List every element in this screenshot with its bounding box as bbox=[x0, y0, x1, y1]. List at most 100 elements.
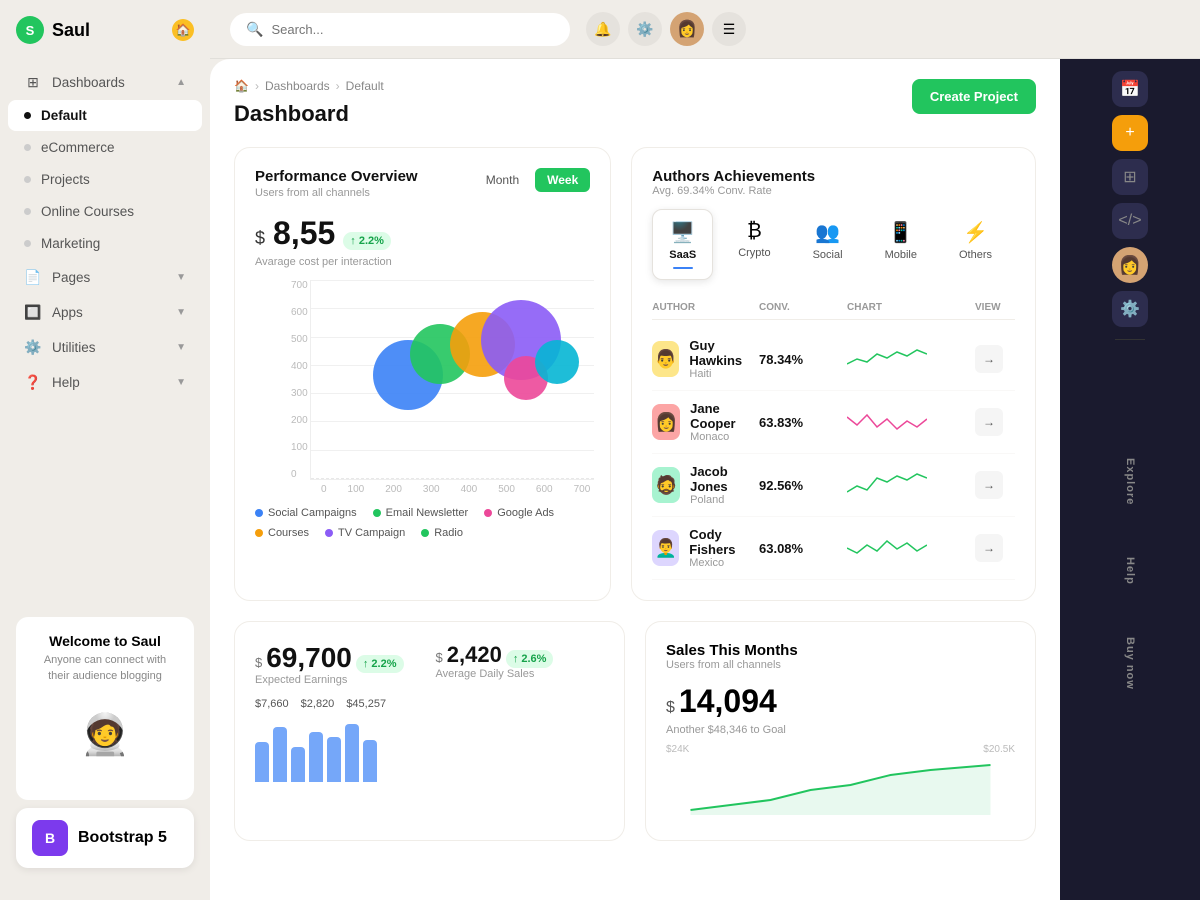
author-avatar-cody: 👨‍🦱 bbox=[652, 530, 679, 566]
user-avatar-panel[interactable]: 👩 bbox=[1112, 247, 1148, 283]
chevron-icon: ▲ bbox=[176, 77, 186, 88]
sidebar-item-label: Online Courses bbox=[41, 204, 134, 219]
sidebar: S Saul 🏠 ⊞ Dashboards ▲ Default eCommerc… bbox=[0, 0, 210, 900]
sidebar-item-label: Marketing bbox=[41, 236, 100, 251]
sidebar-item-utilities[interactable]: ⚙️ Utilities ▼ bbox=[8, 330, 202, 364]
x-label: 0 bbox=[321, 484, 327, 495]
calendar-icon[interactable]: 📅 bbox=[1112, 71, 1148, 107]
legend-dot-email bbox=[373, 509, 381, 517]
bar bbox=[291, 747, 305, 782]
bar bbox=[327, 737, 341, 782]
mini-chart bbox=[847, 344, 967, 374]
tab-week[interactable]: Week bbox=[535, 168, 590, 192]
view-button[interactable]: → bbox=[975, 471, 1003, 499]
header-right: 🔔 ⚙️ 👩 ☰ bbox=[586, 12, 746, 46]
cat-tab-saas[interactable]: 🖥️ SaaS bbox=[652, 209, 713, 280]
sidebar-item-dashboards[interactable]: ⊞ Dashboards ▲ bbox=[8, 65, 202, 99]
add-icon[interactable]: + bbox=[1112, 115, 1148, 151]
nav-dot-marketing bbox=[24, 240, 31, 247]
nav-dot-ecommerce bbox=[24, 144, 31, 151]
sidebar-item-help[interactable]: ❓ Help ▼ bbox=[8, 365, 202, 399]
y-label: 0 bbox=[291, 469, 308, 480]
view-button[interactable]: → bbox=[975, 345, 1003, 373]
daily-value: 2,420 bbox=[447, 642, 502, 668]
author-name: Cody Fishers bbox=[689, 527, 751, 557]
earnings-rows: $7,660 $2,820 $45,257 bbox=[255, 698, 604, 710]
settings-icon[interactable]: ⚙️ bbox=[628, 12, 662, 46]
bar-chart bbox=[255, 722, 604, 782]
content-area: 🏠 › Dashboards › Default Dashboard Creat… bbox=[210, 59, 1200, 900]
sidebar-item-pages[interactable]: 📄 Pages ▼ bbox=[8, 260, 202, 294]
legend-label: Courses bbox=[268, 527, 309, 539]
axis-label: $24K bbox=[666, 744, 689, 755]
sidebar-logo: S Saul bbox=[16, 16, 90, 44]
price-label: Avarage cost per interaction bbox=[255, 256, 590, 268]
authors-table: AUTHOR CONV. CHART VIEW 👨 Guy Hawkins bbox=[652, 296, 1015, 580]
nav-dot-default bbox=[24, 112, 31, 119]
breadcrumb-home[interactable]: 🏠 bbox=[234, 79, 249, 93]
sidebar-item-label: Help bbox=[52, 375, 80, 390]
buy-now-label[interactable]: Buy now bbox=[1120, 631, 1140, 696]
right-panel: 📅 + ⊞ </> 👩 ⚙️ Explore Help Buy now bbox=[1060, 59, 1200, 900]
nav-dot-online-courses bbox=[24, 208, 31, 215]
authors-subtitle: Avg. 69.34% Conv. Rate bbox=[652, 185, 1015, 197]
sales-card: Sales This Months Users from all channel… bbox=[645, 621, 1036, 841]
sidebar-item-marketing[interactable]: Marketing bbox=[8, 228, 202, 259]
active-tab-indicator bbox=[673, 267, 693, 269]
sidebar-collapse-button[interactable]: 🏠 bbox=[172, 19, 194, 41]
code-icon[interactable]: </> bbox=[1112, 203, 1148, 239]
authors-title: Authors Achievements bbox=[652, 168, 1015, 185]
nav-dot-projects bbox=[24, 176, 31, 183]
view-button[interactable]: → bbox=[975, 408, 1003, 436]
bubble-chart bbox=[310, 280, 595, 480]
menu-icon[interactable]: ☰ bbox=[712, 12, 746, 46]
breadcrumb-default[interactable]: Default bbox=[346, 79, 384, 93]
sidebar-item-ecommerce[interactable]: eCommerce bbox=[8, 132, 202, 163]
sidebar-item-label: eCommerce bbox=[41, 140, 115, 155]
search-input[interactable] bbox=[271, 22, 554, 37]
chart-legend: Social Campaigns Email Newsletter Google… bbox=[255, 507, 590, 539]
table-row: 👨‍🦱 Cody Fishers Mexico 63.08% → bbox=[652, 517, 1015, 580]
social-icon: 👥 bbox=[815, 220, 840, 245]
bootstrap-icon: B bbox=[32, 820, 68, 856]
search-bar[interactable]: 🔍 bbox=[230, 13, 570, 46]
earnings-badge: ↑ 2.2% bbox=[356, 655, 404, 673]
side-labels: Explore Help Buy now bbox=[1120, 352, 1140, 696]
sidebar-item-default[interactable]: Default bbox=[8, 100, 202, 131]
breadcrumb-dashboards[interactable]: Dashboards bbox=[265, 79, 330, 93]
avatar[interactable]: 👩 bbox=[670, 12, 704, 46]
settings-panel-icon[interactable]: ⚙️ bbox=[1112, 291, 1148, 327]
sidebar-footer: Welcome to Saul Anyone can connect with … bbox=[0, 601, 210, 884]
help-icon: ❓ bbox=[24, 373, 42, 391]
mini-chart bbox=[847, 407, 967, 437]
notification-icon[interactable]: 🔔 bbox=[586, 12, 620, 46]
cat-label-crypto: Crypto bbox=[738, 247, 770, 259]
author-name: Jane Cooper bbox=[690, 401, 751, 431]
cat-tab-others[interactable]: ⚡ Others bbox=[942, 209, 1009, 280]
cat-tab-crypto[interactable]: ₿ Crypto bbox=[721, 209, 787, 280]
sidebar-item-projects[interactable]: Projects bbox=[8, 164, 202, 195]
cat-tab-social[interactable]: 👥 Social bbox=[796, 209, 860, 280]
grid-icon[interactable]: ⊞ bbox=[1112, 159, 1148, 195]
sidebar-item-label: Default bbox=[41, 108, 87, 123]
cat-label-others: Others bbox=[959, 249, 992, 261]
author-country: Haiti bbox=[689, 368, 751, 380]
conv-rate: 78.34% bbox=[759, 352, 839, 367]
daily-badge: ↑ 2.6% bbox=[506, 650, 554, 668]
tab-month[interactable]: Month bbox=[474, 168, 531, 192]
price-value: 8,55 bbox=[273, 215, 335, 252]
legend-item-tv: TV Campaign bbox=[325, 527, 405, 539]
sidebar-item-apps[interactable]: 🔲 Apps ▼ bbox=[8, 295, 202, 329]
create-project-button[interactable]: Create Project bbox=[912, 79, 1036, 114]
cat-tab-mobile[interactable]: 📱 Mobile bbox=[868, 209, 934, 280]
legend-dot-radio bbox=[421, 529, 429, 537]
help-label[interactable]: Help bbox=[1120, 551, 1140, 591]
explore-label[interactable]: Explore bbox=[1120, 452, 1140, 511]
category-tabs: 🖥️ SaaS ₿ Crypto 👥 Social bbox=[652, 209, 1015, 280]
daily-dollar: $ bbox=[436, 650, 443, 665]
daily-sales: $ 2,420 ↑ 2.6% Average Daily Sales bbox=[436, 642, 554, 686]
y-label: 600 bbox=[291, 307, 308, 318]
sidebar-item-online-courses[interactable]: Online Courses bbox=[8, 196, 202, 227]
view-button[interactable]: → bbox=[975, 534, 1003, 562]
legend-item-social: Social Campaigns bbox=[255, 507, 357, 519]
